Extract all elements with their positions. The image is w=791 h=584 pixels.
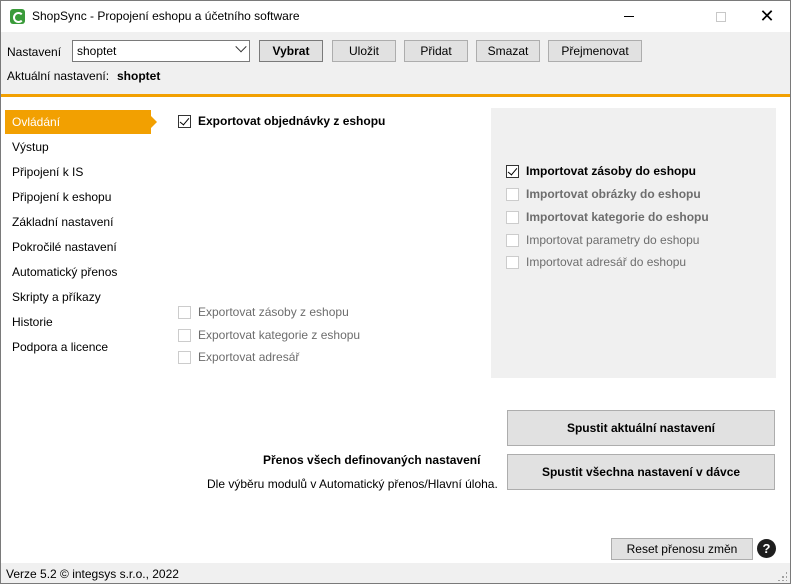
app-window: ShopSync - Propojení eshopu a účetního s…: [0, 0, 791, 584]
export-categories-label: Exportovat kategorie z eshopu: [198, 328, 361, 342]
save-button[interactable]: Uložit: [332, 40, 396, 62]
export-orders-checkbox[interactable]: Exportovat objednávky z eshopu: [178, 114, 385, 128]
checkbox-icon: [506, 210, 519, 224]
version-text: Verze 5.2 © integsys s.r.o., 2022: [6, 567, 179, 581]
checkbox-icon: [506, 187, 519, 201]
sidebar-item-auto-transfer[interactable]: Automatický přenos: [5, 260, 151, 284]
settings-select-value: shoptet: [77, 44, 117, 58]
select-button[interactable]: Vybrat: [259, 40, 323, 62]
settings-select[interactable]: shoptet: [72, 40, 250, 62]
toolbar: Nastavení shoptet Vybrat Uložit Přidat S…: [1, 32, 790, 94]
export-stock-checkbox[interactable]: Exportovat zásoby z eshopu: [178, 305, 349, 319]
run-current-button[interactable]: Spustit aktuální nastavení: [507, 410, 775, 446]
accent-divider: [1, 94, 790, 97]
export-stock-label: Exportovat zásoby z eshopu: [198, 305, 349, 319]
window-title: ShopSync - Propojení eshopu a účetního s…: [32, 9, 300, 23]
transfer-title: Přenos všech definovaných nastavení: [263, 453, 481, 467]
resize-grip-icon[interactable]: [777, 571, 787, 581]
settings-label: Nastavení: [7, 45, 62, 59]
checkbox-icon: [178, 350, 191, 364]
export-categories-checkbox[interactable]: Exportovat kategorie z eshopu: [178, 328, 360, 342]
minimize-button[interactable]: [606, 1, 652, 32]
import-addressbook-label: Importovat adresář do eshopu: [526, 255, 687, 269]
sidebar-item-history[interactable]: Historie: [5, 310, 151, 334]
import-parameters-checkbox[interactable]: Importovat parametry do eshopu: [506, 233, 699, 247]
import-images-checkbox[interactable]: Importovat obrázky do eshopu: [506, 187, 701, 201]
export-addressbook-label: Exportovat adresář: [198, 350, 300, 364]
delete-button[interactable]: Smazat: [476, 40, 540, 62]
transfer-description: Dle výběru modulů v Automatický přenos/H…: [207, 477, 498, 491]
sidebar-item-output[interactable]: Výstup: [5, 135, 151, 159]
checkbox-icon: [506, 233, 519, 247]
help-icon[interactable]: ?: [757, 539, 776, 558]
current-settings-value: shoptet: [117, 69, 161, 83]
sidebar-item-scripts[interactable]: Skripty a příkazy: [5, 285, 151, 309]
sidebar-item-advanced-settings[interactable]: Pokročilé nastavení: [5, 235, 151, 259]
minimize-icon: [624, 16, 634, 17]
import-stock-checkbox[interactable]: Importovat zásoby do eshopu: [506, 164, 696, 178]
import-images-label: Importovat obrázky do eshopu: [526, 187, 701, 201]
import-categories-checkbox[interactable]: Importovat kategorie do eshopu: [506, 210, 709, 224]
status-bar: Verze 5.2 © integsys s.r.o., 2022: [1, 563, 790, 583]
maximize-button: [698, 1, 744, 32]
import-stock-label: Importovat zásoby do eshopu: [526, 164, 697, 178]
sidebar-item-controls[interactable]: Ovládání: [5, 110, 157, 134]
close-button[interactable]: ✕: [744, 1, 790, 32]
chevron-down-icon: [235, 41, 247, 53]
checkbox-checked-icon: [178, 114, 191, 128]
title-bar: ShopSync - Propojení eshopu a účetního s…: [1, 1, 790, 32]
sidebar-item-eshop-connection[interactable]: Připojení k eshopu: [5, 185, 151, 209]
sidebar-item-basic-settings[interactable]: Základní nastavení: [5, 210, 151, 234]
maximize-icon: [716, 11, 726, 22]
import-addressbook-checkbox[interactable]: Importovat adresář do eshopu: [506, 255, 686, 269]
shopsync-logo-icon: [10, 9, 25, 24]
import-categories-label: Importovat kategorie do eshopu: [526, 210, 709, 224]
current-settings-label: Aktuální nastavení:: [7, 69, 110, 83]
reset-transfer-button[interactable]: Reset přenosu změn: [611, 538, 753, 560]
import-parameters-label: Importovat parametry do eshopu: [526, 233, 700, 247]
add-button[interactable]: Přidat: [404, 40, 468, 62]
export-orders-label: Exportovat objednávky z eshopu: [198, 114, 386, 128]
export-addressbook-checkbox[interactable]: Exportovat adresář: [178, 350, 299, 364]
sidebar-item-is-connection[interactable]: Připojení k IS: [5, 160, 151, 184]
checkbox-checked-icon: [506, 164, 519, 178]
checkbox-icon: [178, 305, 191, 319]
checkbox-icon: [506, 255, 519, 269]
sidebar-item-support[interactable]: Podpora a licence: [5, 335, 151, 359]
rename-button[interactable]: Přejmenovat: [548, 40, 642, 62]
run-all-button[interactable]: Spustit všechna nastavení v dávce: [507, 454, 775, 490]
checkbox-icon: [178, 328, 191, 342]
